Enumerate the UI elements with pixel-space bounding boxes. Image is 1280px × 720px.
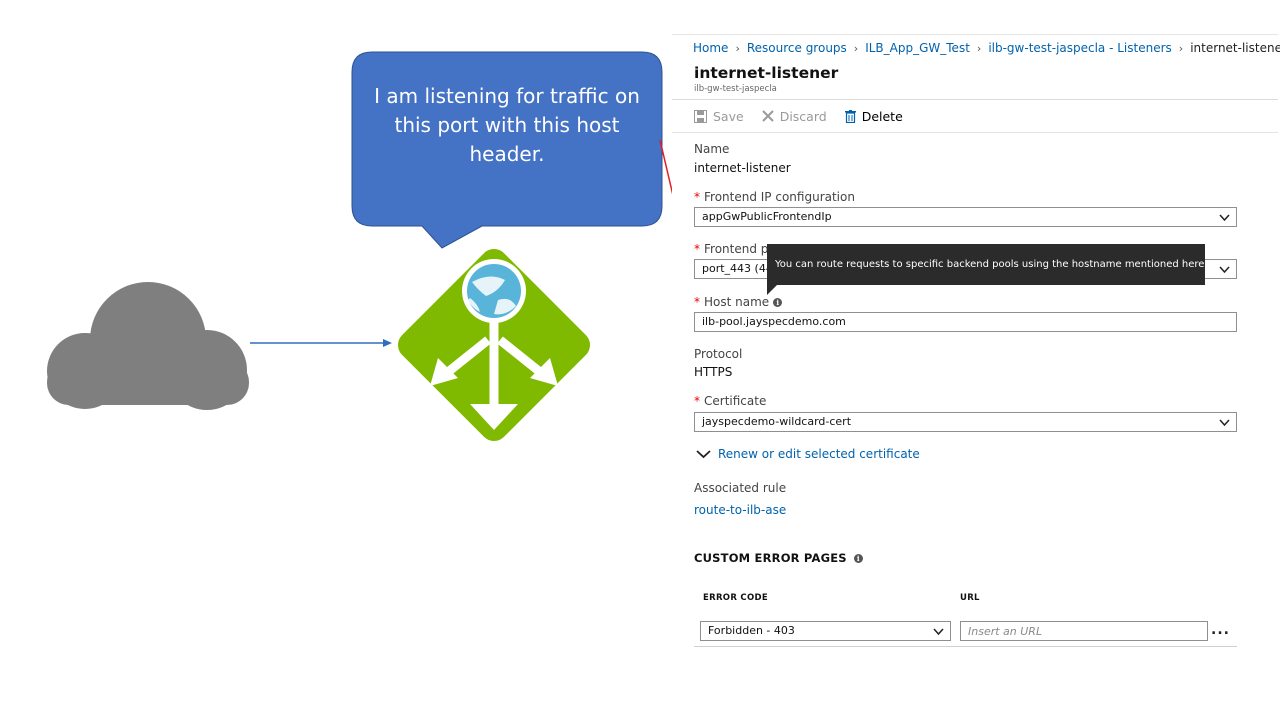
chevron-down-icon (1219, 416, 1230, 431)
info-icon[interactable]: i (853, 554, 863, 563)
protocol-label: Protocol (694, 347, 742, 361)
chevron-down-icon (696, 449, 711, 459)
error-code-dropdown[interactable]: Forbidden - 403 (700, 621, 951, 641)
host-name-label: * Host name i (694, 295, 783, 309)
application-gateway-icon (397, 248, 591, 442)
frontend-ip-dropdown[interactable]: appGwPublicFrontendIp (694, 207, 1237, 227)
page-title: internet-listener (694, 64, 839, 82)
error-url-input[interactable] (960, 621, 1208, 641)
host-name-label-text: Host name (704, 295, 770, 309)
chevron-down-icon (1219, 263, 1230, 278)
associated-rule-link[interactable]: route-to-ilb-ase (694, 503, 786, 517)
table-divider (694, 646, 1237, 647)
chevron-right-icon: › (976, 42, 982, 55)
name-label-text: Name (694, 142, 730, 156)
close-icon (761, 110, 774, 122)
discard-button[interactable]: Discard (761, 108, 827, 124)
save-label: Save (713, 108, 744, 124)
frontend-ip-label-text: Frontend IP configuration (704, 190, 855, 204)
save-button[interactable]: Save (694, 109, 744, 124)
callout-text: I am listening for traffic on this port … (374, 84, 640, 166)
breadcrumb-resource-groups[interactable]: Resource groups (747, 41, 847, 55)
error-code-value: Forbidden - 403 (708, 624, 795, 637)
row-more-button[interactable]: ... (1211, 622, 1230, 638)
custom-error-pages-title-text: CUSTOM ERROR PAGES (694, 551, 847, 565)
info-icon[interactable]: i (773, 298, 783, 307)
delete-label: Delete (861, 108, 903, 124)
command-bar-divider (672, 132, 1278, 133)
chevron-down-icon (1219, 211, 1230, 226)
host-name-value: ilb-pool.jayspecdemo.com (702, 315, 846, 328)
chevron-right-icon: › (1178, 42, 1184, 55)
delete-button[interactable]: Delete (844, 108, 903, 124)
url-column-header: URL (960, 593, 980, 603)
frontend-ip-label: * Frontend IP configuration (694, 190, 855, 204)
discard-label: Discard (779, 108, 827, 124)
error-code-column-header: ERROR CODE (703, 593, 768, 603)
certificate-dropdown[interactable]: jayspecdemo-wildcard-cert (694, 412, 1237, 432)
custom-error-pages-title: CUSTOM ERROR PAGES i (694, 551, 863, 565)
chevron-right-icon: › (853, 42, 859, 55)
cloud-icon (47, 282, 249, 410)
certificate-label-text: Certificate (704, 394, 767, 408)
renew-certificate-toggle[interactable]: Renew or edit selected certificate (696, 447, 920, 461)
frontend-ip-value: appGwPublicFrontendIp (702, 210, 832, 223)
protocol-label-text: Protocol (694, 347, 743, 361)
tooltip-tail (767, 285, 777, 295)
certificate-value: jayspecdemo-wildcard-cert (702, 415, 852, 428)
required-asterisk: * (694, 242, 700, 256)
renew-certificate-link[interactable]: Renew or edit selected certificate (718, 447, 920, 461)
page-subtitle: ilb-gw-test-jaspecla (694, 84, 777, 94)
required-asterisk: * (694, 295, 700, 309)
associated-rule-label-text: Associated rule (694, 481, 787, 495)
listener-blade: Home › Resource groups › ILB_App_GW_Test › ilb… (672, 34, 1280, 674)
chevron-right-icon: › (735, 42, 740, 55)
breadcrumb-home[interactable]: Home (693, 41, 728, 55)
certificate-label: * Certificate (694, 394, 766, 408)
chevron-down-icon (933, 625, 944, 640)
required-asterisk: * (694, 394, 700, 408)
save-icon (694, 109, 707, 123)
trash-icon (844, 109, 856, 123)
frontend-port-label-text: Frontend po (704, 242, 776, 256)
breadcrumb-current: internet-listener (1190, 41, 1280, 55)
host-name-input[interactable]: ilb-pool.jayspecdemo.com (694, 312, 1237, 332)
breadcrumb: Home › Resource groups › ILB_App_GW_Test › ilb… (672, 34, 1280, 60)
associated-rule-label: Associated rule (694, 481, 786, 495)
traffic-arrow (250, 339, 392, 347)
name-value: internet-listener (694, 161, 791, 175)
breadcrumb-resource-group[interactable]: ILB_App_GW_Test (865, 41, 970, 55)
breadcrumb-listeners[interactable]: ilb-gw-test-jaspecla - Listeners (988, 41, 1171, 55)
header-divider (672, 99, 1278, 100)
command-bar: Save Discard Delete (694, 107, 921, 125)
hostname-tooltip: You can route requests to specific backe… (767, 244, 1205, 285)
required-asterisk: * (694, 190, 700, 204)
frontend-port-label: * Frontend po (694, 242, 776, 256)
protocol-value: HTTPS (694, 365, 733, 379)
name-label: Name (694, 142, 729, 156)
